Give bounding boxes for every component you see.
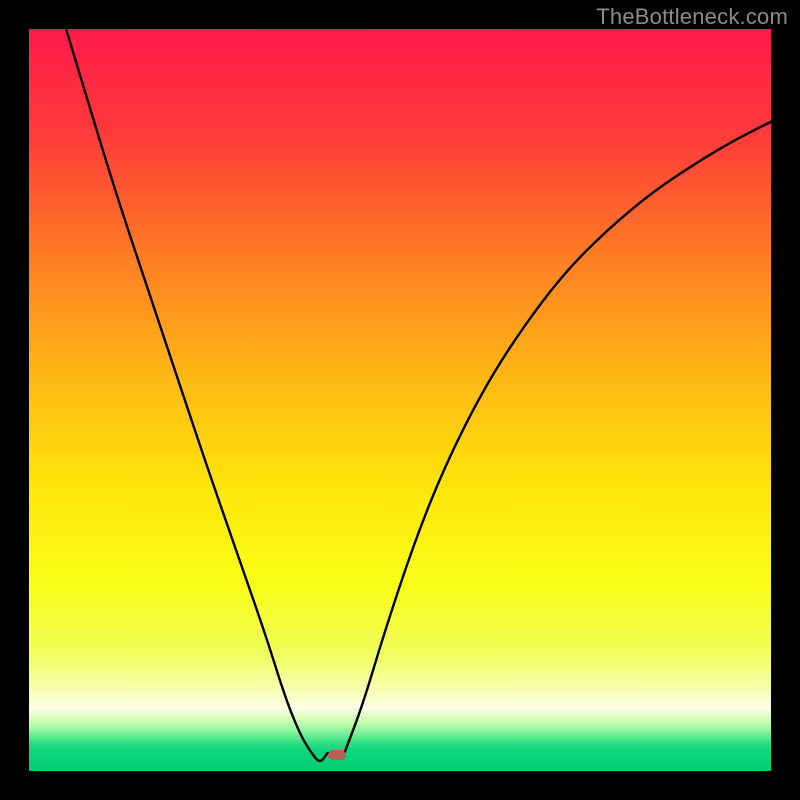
watermark-label: TheBottleneck.com — [596, 4, 788, 30]
bottleneck-curve — [29, 29, 771, 771]
minimum-marker — [328, 750, 346, 760]
chart-frame: TheBottleneck.com — [0, 0, 800, 800]
plot-area — [29, 29, 771, 771]
